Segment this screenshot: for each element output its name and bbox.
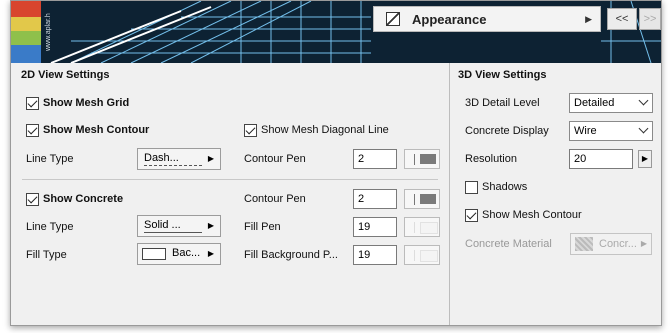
resolution-step-button[interactable]: ▶ <box>638 150 652 168</box>
pen-color-swatch <box>420 222 438 234</box>
fill-bg-pen-picker[interactable] <box>404 245 440 265</box>
contour-pen-picker[interactable] <box>404 149 440 169</box>
fill-pen-label: Fill Pen <box>244 221 281 233</box>
concrete-contour-pen-picker[interactable] <box>404 189 440 209</box>
view-3d-settings-panel: 3D View Settings 3D Detail Level Detaile… <box>449 63 661 325</box>
appearance-label: Appearance <box>412 12 487 27</box>
line-type-label: Line Type <box>26 153 74 165</box>
header-banner: www.aplar.h Appearance ▶ << >> <box>11 1 661 63</box>
concrete-display-label: Concrete Display <box>465 125 549 137</box>
appearance-panel-selector[interactable]: Appearance ▶ <box>373 6 601 32</box>
fill-swatch-icon <box>142 248 166 260</box>
show-mesh-grid-checkbox[interactable] <box>26 97 39 110</box>
fill-bg-pen-input[interactable]: 19 <box>353 245 397 265</box>
resolution-input[interactable]: 20 <box>569 149 633 169</box>
fill-bg-pen-label: Fill Background P... <box>244 249 338 261</box>
dropdown-arrow-icon: ▶ <box>207 249 214 258</box>
chevron-down-icon <box>638 95 649 106</box>
pen-color-swatch <box>420 250 438 262</box>
concrete-material-picker[interactable]: Concr... ▶ <box>570 233 652 255</box>
next-panel-button[interactable]: >> <box>639 8 661 30</box>
show-concrete-label: Show Concrete <box>43 193 124 205</box>
contour-pen-label: Contour Pen <box>244 153 306 165</box>
pen-color-swatch <box>420 154 436 164</box>
show-mesh-contour-checkbox[interactable] <box>26 124 39 137</box>
dropdown-arrow-icon: ▶ <box>207 154 214 163</box>
show-mesh-diagonal-label: Show Mesh Diagonal Line <box>261 124 389 136</box>
detail-level-select[interactable]: Detailed <box>569 93 653 113</box>
shadows-checkbox[interactable] <box>465 181 478 194</box>
concrete-contour-pen-input[interactable]: 2 <box>353 189 397 209</box>
expand-arrow-icon: ▶ <box>585 14 592 24</box>
line-type-dropdown[interactable]: Dash... ▶ <box>137 148 221 170</box>
settings-window: www.aplar.h Appearance ▶ << >> 2D View S… <box>10 0 662 326</box>
detail-level-label: 3D Detail Level <box>465 97 540 109</box>
show-mesh-contour-label: Show Mesh Contour <box>43 124 150 136</box>
concrete-line-type-dropdown[interactable]: Solid ... ▶ <box>137 215 221 237</box>
banner-watermark: www.aplar.h <box>45 13 52 51</box>
shadows-label: Shadows <box>482 181 528 193</box>
prev-panel-button[interactable]: << <box>607 8 637 30</box>
show-mesh-contour-3d-label: Show Mesh Contour <box>482 209 582 221</box>
appearance-icon <box>386 12 400 26</box>
dropdown-arrow-icon: ▶ <box>640 239 647 248</box>
show-concrete-checkbox[interactable] <box>26 193 39 206</box>
pen-color-swatch <box>420 194 436 204</box>
dropdown-arrow-icon: ▶ <box>207 221 214 230</box>
fill-type-label: Fill Type <box>26 249 67 261</box>
view-2d-settings-panel: 2D View Settings Show Mesh Grid Show Mes… <box>12 63 447 325</box>
concrete-contour-pen-label: Contour Pen <box>244 193 306 205</box>
view-3d-title: 3D View Settings <box>458 69 547 81</box>
material-swatch-icon <box>575 237 593 251</box>
show-mesh-diagonal-checkbox[interactable] <box>244 124 257 137</box>
concrete-line-type-label: Line Type <box>26 221 74 233</box>
contour-pen-input[interactable]: 2 <box>353 149 397 169</box>
chevron-down-icon <box>638 123 649 134</box>
fill-pen-input[interactable]: 19 <box>353 217 397 237</box>
section-divider <box>22 179 438 180</box>
show-mesh-grid-label: Show Mesh Grid <box>43 97 130 109</box>
fill-type-dropdown[interactable]: Bac... ▶ <box>137 243 221 265</box>
view-2d-title: 2D View Settings <box>21 69 110 81</box>
solid-line-preview <box>144 232 202 233</box>
fill-pen-picker[interactable] <box>404 217 440 237</box>
concrete-display-select[interactable]: Wire <box>569 121 653 141</box>
concrete-material-label: Concrete Material <box>465 238 552 250</box>
show-mesh-contour-3d-checkbox[interactable] <box>465 209 478 222</box>
resolution-label: Resolution <box>465 153 517 165</box>
dash-line-preview <box>144 165 202 166</box>
